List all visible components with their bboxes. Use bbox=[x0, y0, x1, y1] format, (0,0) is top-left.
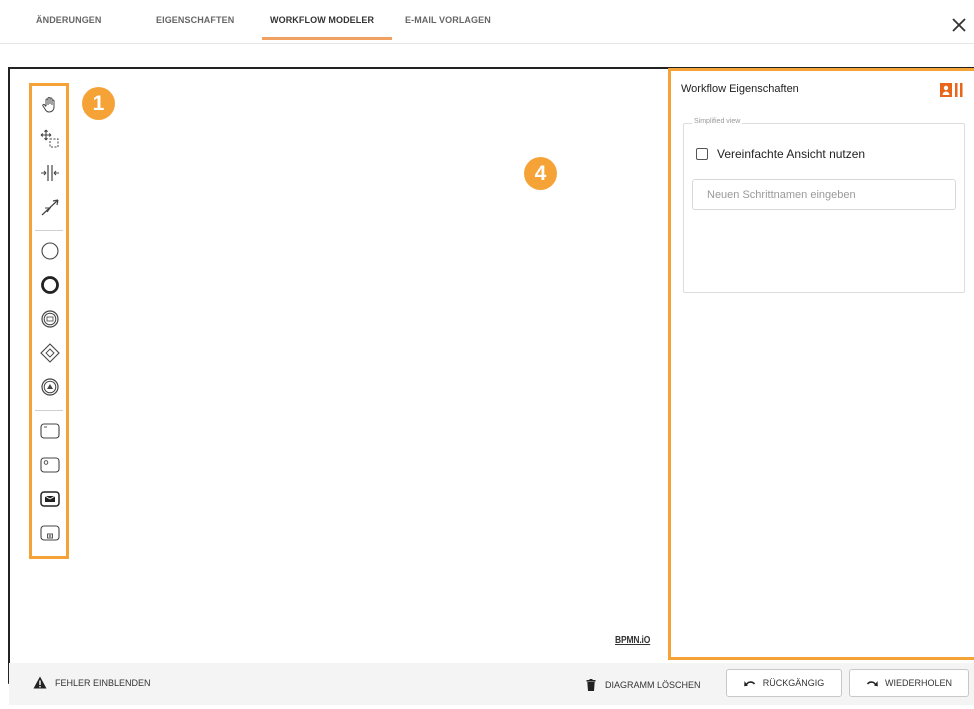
start-event-icon[interactable] bbox=[38, 239, 62, 263]
tab-properties[interactable]: EIGENSCHAFTEN bbox=[156, 15, 234, 25]
panel-toggle-icon[interactable] bbox=[940, 83, 964, 97]
tab-changes[interactable]: ÄNDERUNGEN bbox=[36, 15, 102, 25]
delete-diagram-label: DIAGRAMM LÖSCHEN bbox=[605, 680, 701, 690]
lasso-tool-icon[interactable] bbox=[38, 127, 62, 151]
callout-badge-4: 4 bbox=[524, 157, 557, 190]
callout-badge-1: 1 bbox=[82, 87, 115, 120]
palette-divider bbox=[35, 230, 63, 231]
show-errors-label: FEHLER EINBLENDEN bbox=[55, 677, 151, 688]
show-errors-button[interactable]: FEHLER EINBLENDEN bbox=[33, 676, 151, 689]
gateway-icon[interactable] bbox=[38, 341, 62, 365]
close-icon[interactable] bbox=[948, 14, 970, 36]
active-tab-indicator bbox=[262, 37, 392, 40]
tab-workflow-modeler[interactable]: WORKFLOW MODELER bbox=[270, 15, 374, 25]
simplified-view-checkbox[interactable] bbox=[696, 148, 708, 160]
subprocess-icon[interactable] bbox=[38, 521, 62, 545]
hand-tool-icon[interactable] bbox=[38, 93, 62, 117]
message-task-icon[interactable] bbox=[38, 487, 62, 511]
simplified-view-label[interactable]: Vereinfachte Ansicht nutzen bbox=[717, 147, 865, 161]
tab-email-templates[interactable]: E-MAIL VORLAGEN bbox=[405, 15, 491, 25]
bpmn-io-logo[interactable]: BPMN.iO bbox=[615, 635, 650, 646]
fieldset-legend: Simplified view bbox=[692, 118, 743, 125]
simplified-view-fieldset: Simplified view Vereinfachte Ansicht nut… bbox=[683, 118, 965, 293]
properties-panel-title: Workflow Eigenschaften bbox=[681, 83, 799, 95]
step-name-input[interactable] bbox=[692, 179, 956, 210]
trash-icon bbox=[586, 679, 596, 691]
bottom-toolbar: FEHLER EINBLENDEN DIAGRAMM LÖSCHEN RÜCKG… bbox=[9, 663, 974, 705]
tool-palette bbox=[29, 83, 69, 559]
redo-icon bbox=[866, 681, 878, 687]
end-event-icon[interactable] bbox=[38, 273, 62, 297]
warning-icon bbox=[33, 676, 47, 689]
undo-button[interactable]: RÜCKGÄNGIG bbox=[726, 669, 842, 697]
event-subprocess-icon[interactable] bbox=[38, 375, 62, 399]
tab-bar: ÄNDERUNGEN EIGENSCHAFTEN WORKFLOW MODELE… bbox=[0, 0, 974, 44]
global-connect-tool-icon[interactable] bbox=[38, 195, 62, 219]
delete-diagram-button[interactable]: DIAGRAMM LÖSCHEN bbox=[586, 674, 701, 696]
undo-icon bbox=[743, 681, 755, 687]
undo-label: RÜCKGÄNGIG bbox=[762, 678, 825, 688]
redo-button[interactable]: WIEDERHOLEN bbox=[849, 669, 969, 697]
palette-divider bbox=[35, 410, 63, 411]
intermediate-event-icon[interactable] bbox=[38, 307, 62, 331]
properties-panel: Workflow Eigenschaften Simplified view V… bbox=[668, 68, 974, 660]
task-icon[interactable] bbox=[38, 419, 62, 443]
space-tool-icon[interactable] bbox=[38, 161, 62, 185]
redo-label: WIEDERHOLEN bbox=[884, 678, 952, 688]
user-task-icon[interactable] bbox=[38, 453, 62, 477]
